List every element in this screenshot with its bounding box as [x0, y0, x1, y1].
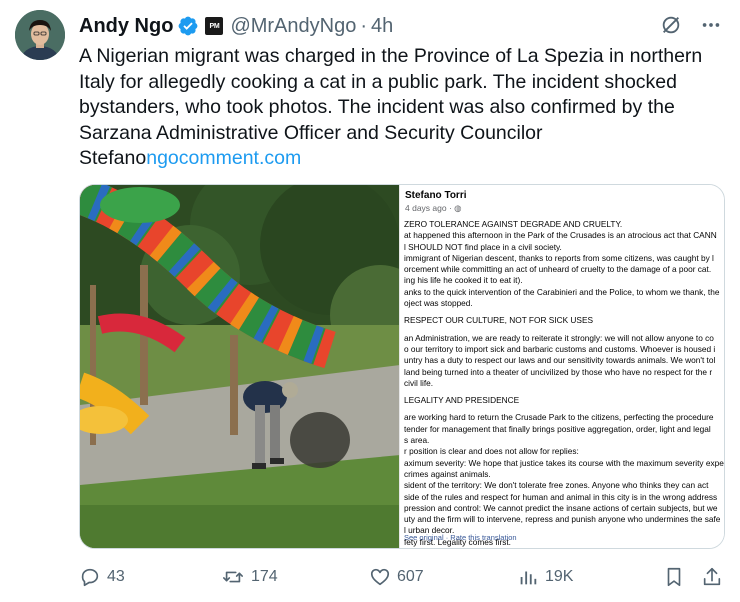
body-line: are working hard to return the Crusade P…: [404, 412, 714, 423]
tweet-header: Andy Ngo PM @MrAndyNgo · 4h: [79, 13, 393, 39]
dot-separator: ·: [360, 14, 368, 37]
screenshot-time: 4 days ago ·: [405, 203, 455, 213]
timestamp[interactable]: 4h: [371, 15, 393, 38]
body-line: anks to the quick intervention of the Ca…: [404, 286, 720, 297]
body-line: an Administration, we are ready to reite…: [404, 332, 714, 343]
body-line: tender for management that finally bring…: [404, 423, 711, 434]
tweet-link[interactable]: ngocomment.com: [146, 147, 301, 169]
views-icon: [517, 566, 539, 588]
media-container[interactable]: Stefano Torri 4 days ago · ◍ ZERO TOLERA…: [79, 184, 725, 549]
body-line: aximum severity: We hope that justice ta…: [404, 457, 724, 468]
body-line: r position is clear and does not allow f…: [404, 446, 579, 457]
verified-badge-icon[interactable]: [177, 15, 199, 37]
body-line: side of the rules and respect for human …: [404, 491, 718, 502]
body-line: pression and control: We cannot predict …: [404, 502, 718, 513]
body-line: ZERO TOLERANCE AGAINST DEGRADE AND CRUEL…: [404, 219, 623, 229]
tweet-top-actions: [660, 14, 722, 36]
body-line: l SHOULD NOT find place in a civil socie…: [404, 241, 562, 252]
screenshot-author: Stefano Torri: [405, 190, 467, 201]
reply-button[interactable]: 43: [79, 563, 125, 591]
tweet-text-prefix: Stefano: [79, 147, 147, 169]
park-photo[interactable]: [80, 185, 399, 548]
repost-button[interactable]: 174: [221, 563, 278, 591]
screenshot-meta: 4 days ago · ◍: [405, 203, 724, 214]
tweet-line: A Nigerian migrant was charged in the Pr…: [79, 45, 703, 67]
body-line: sident of the territory: We don't tolera…: [404, 480, 709, 491]
section-heading: LEGALITY AND PRESIDENCE: [404, 395, 520, 406]
like-icon: [369, 566, 391, 588]
action-bar: 43 174 607 19K: [79, 563, 725, 591]
body-line: untry has a duty to respect our laws and…: [404, 355, 716, 366]
body-line: uty and the firm will to intervene, repr…: [404, 514, 721, 525]
body-line: crimes against animals.: [404, 468, 491, 479]
body-line: land being turned into a theater of unci…: [404, 366, 713, 377]
views-count: 19K: [545, 568, 574, 585]
body-line: oject was stopped.: [404, 298, 473, 309]
repost-icon: [221, 566, 245, 588]
tweet-text: A Nigerian migrant was charged in the Pr…: [79, 44, 719, 172]
globe-icon: ◍: [454, 203, 462, 213]
tweet-line: Sarzana Administrative Officer and Secur…: [79, 121, 543, 144]
body-line: s area.: [404, 435, 430, 446]
author-name[interactable]: Andy Ngo: [79, 15, 173, 38]
share-icon: [701, 566, 723, 588]
reply-count: 43: [107, 568, 125, 585]
body-line: civil life.: [404, 377, 434, 388]
body-line: orcement while committing an act of unhe…: [404, 264, 712, 275]
body-line: ing his life he cooked it to eat it).: [404, 275, 523, 286]
author-handle[interactable]: @MrAndyNgo: [230, 15, 356, 38]
grok-icon[interactable]: [660, 14, 682, 36]
affiliate-badge[interactable]: PM: [205, 17, 224, 35]
screenshot-body: ZERO TOLERANCE AGAINST DEGRADE AND CRUEL…: [404, 219, 724, 548]
views-button[interactable]: 19K: [517, 563, 573, 591]
facebook-post-screenshot[interactable]: Stefano Torri 4 days ago · ◍ ZERO TOLERA…: [399, 185, 724, 548]
bookmark-icon: [663, 566, 685, 588]
tweet-line: bystanders, who took photos. The inciden…: [79, 96, 675, 118]
like-count: 607: [397, 568, 424, 585]
tweet-line: Italy for allegedly cooking a cat in a p…: [79, 70, 677, 93]
body-line: at happened this afternoon in the Park o…: [404, 230, 717, 241]
share-button[interactable]: [701, 563, 723, 591]
bookmark-button[interactable]: [663, 563, 685, 591]
tweet-line-last: Stefanongocomment.com: [79, 146, 719, 172]
like-button[interactable]: 607: [369, 563, 424, 591]
avatar[interactable]: [15, 10, 65, 60]
body-line: immigrant of Nigerian descent, thanks to…: [404, 252, 714, 263]
repost-count: 174: [251, 568, 278, 585]
section-heading: RESPECT OUR CULTURE, NOT FOR SICK USES: [404, 315, 594, 326]
body-line: o our territory to import sick and barba…: [404, 343, 716, 354]
reply-icon: [79, 566, 101, 588]
more-icon[interactable]: [700, 14, 722, 36]
screenshot-footer: See original · Rate this translation: [404, 533, 517, 542]
